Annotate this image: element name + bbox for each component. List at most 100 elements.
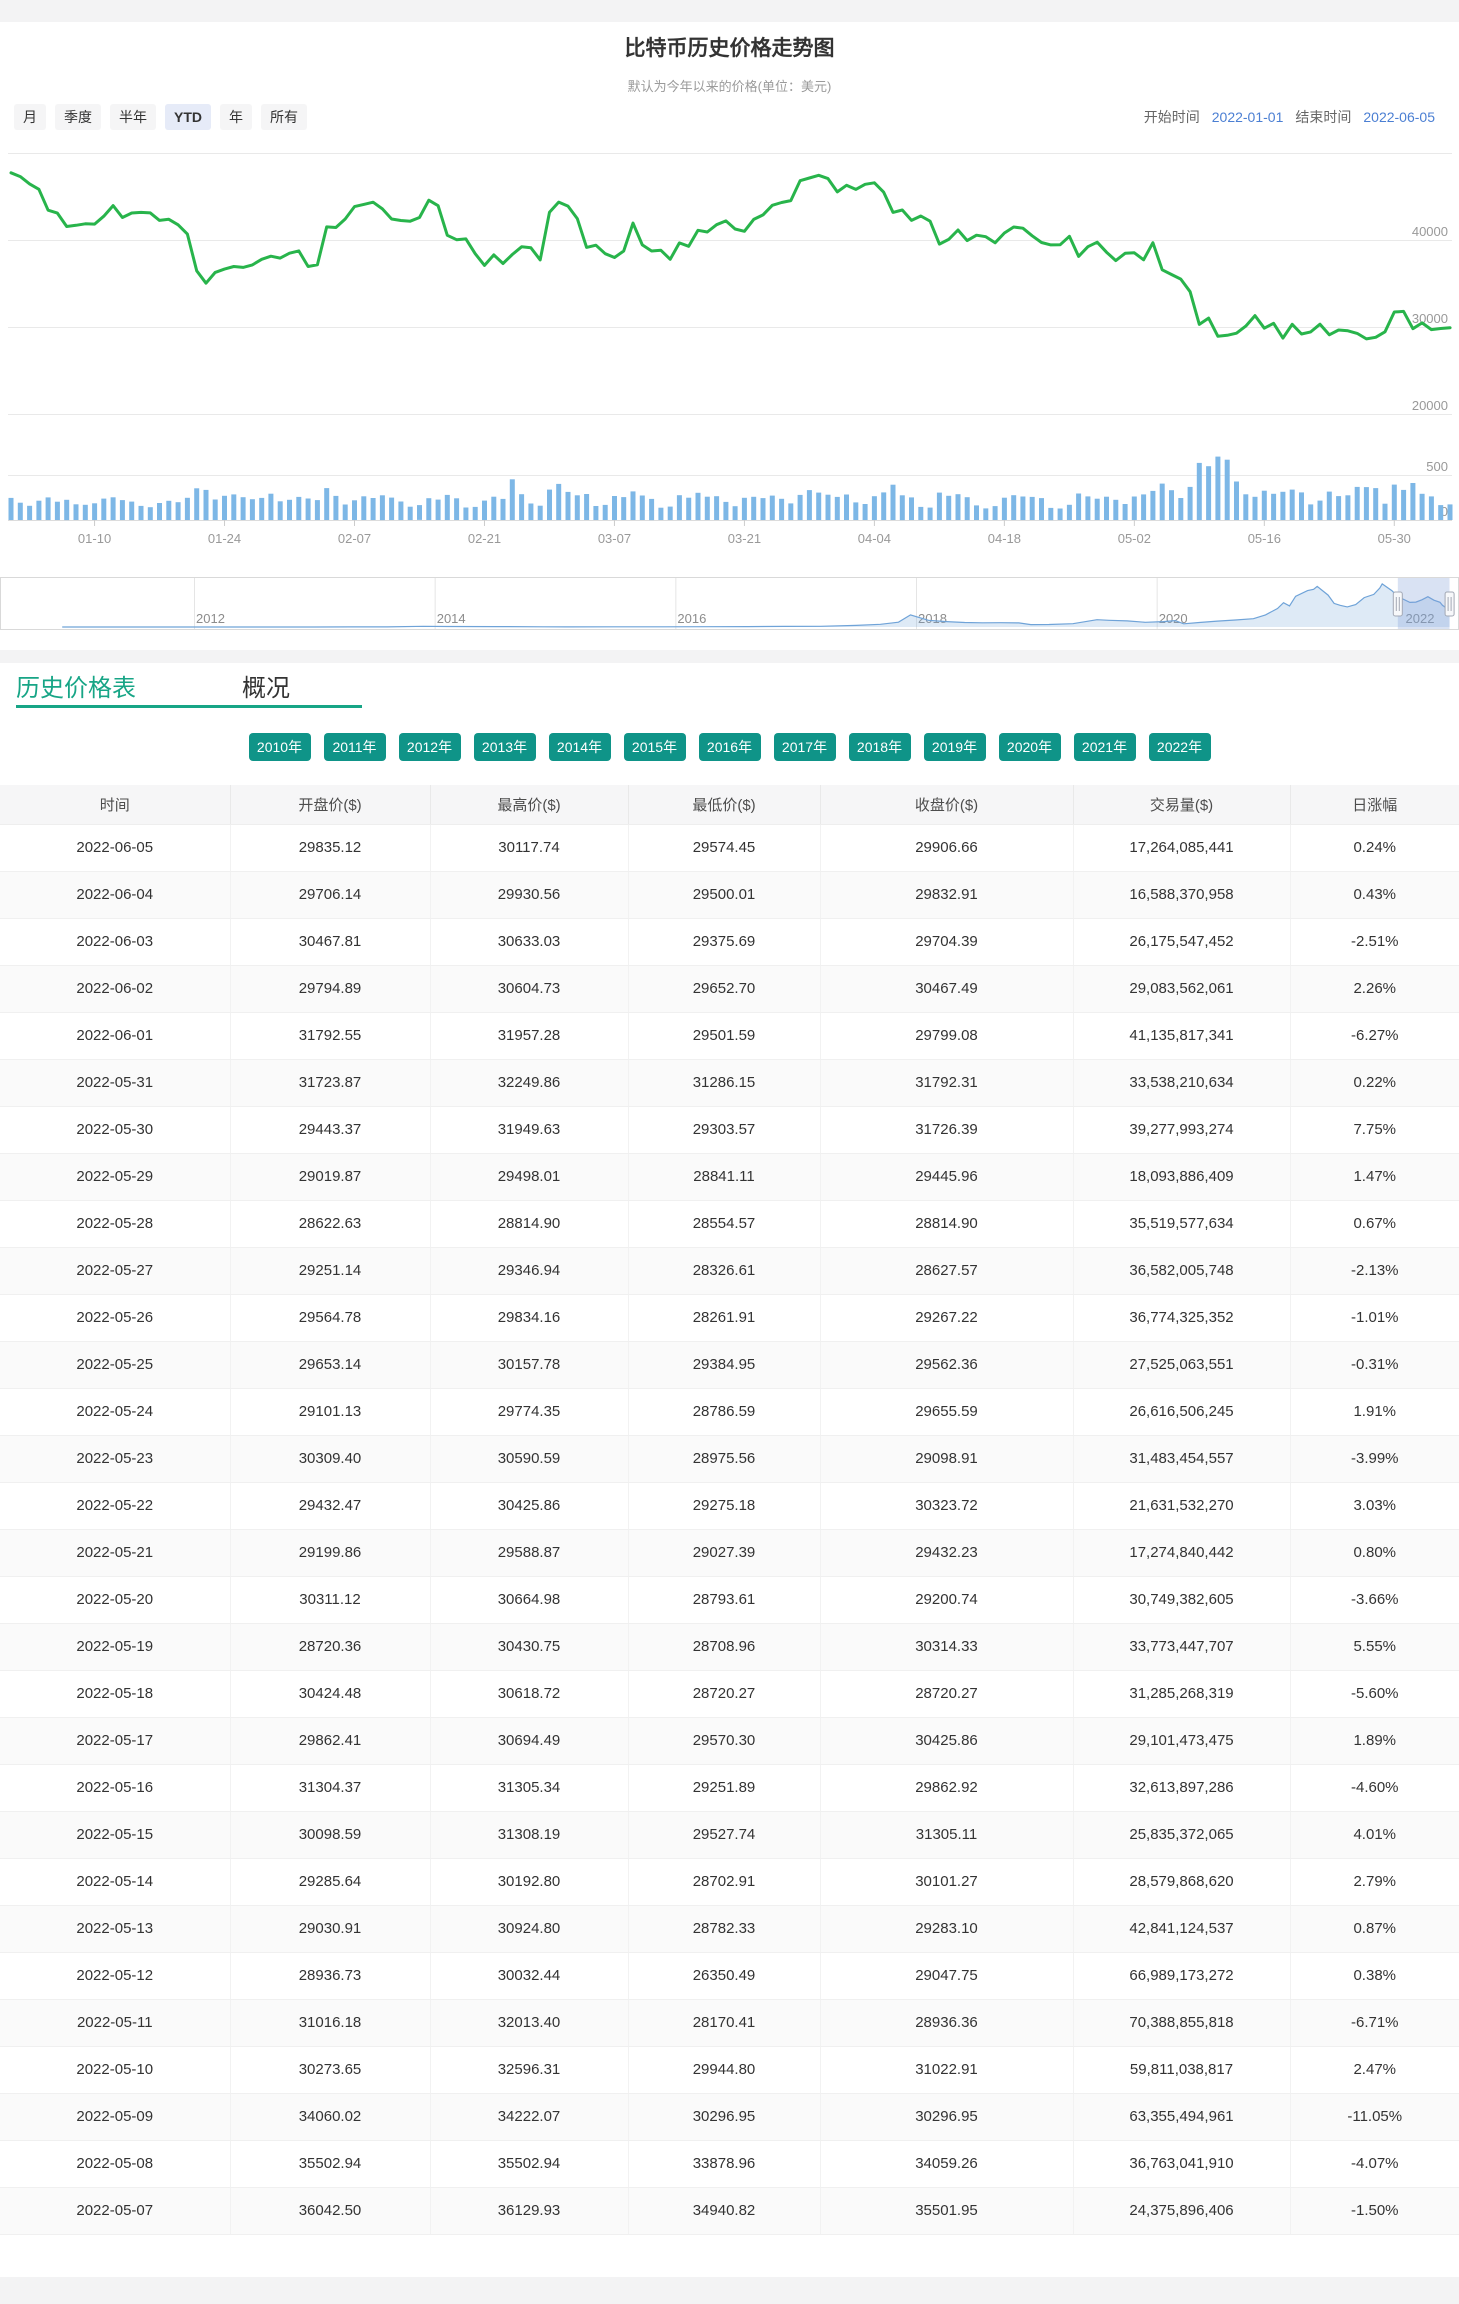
tab-history-price[interactable]: 历史价格表 bbox=[16, 668, 136, 703]
period-tab-3[interactable]: 半年 bbox=[110, 104, 156, 130]
volume-bar bbox=[770, 496, 775, 520]
table-cell: 2022-05-20 bbox=[0, 1576, 230, 1623]
table-cell: 2022-05-19 bbox=[0, 1623, 230, 1670]
table-cell: 30604.73 bbox=[430, 965, 628, 1012]
year-button-2016[interactable]: 2016年 bbox=[699, 733, 761, 761]
volume-bar bbox=[1002, 498, 1007, 520]
volume-bar bbox=[826, 495, 831, 520]
volume-bar bbox=[1410, 483, 1415, 520]
active-tab-underline bbox=[16, 705, 362, 708]
table-cell: 28793.61 bbox=[628, 1576, 820, 1623]
volume-bar bbox=[714, 496, 719, 520]
table-cell: 29443.37 bbox=[230, 1106, 430, 1153]
year-button-2012[interactable]: 2012年 bbox=[399, 733, 461, 761]
table-cell: 29432.23 bbox=[820, 1529, 1073, 1576]
volume-bar bbox=[129, 502, 134, 520]
table-cell: -1.50% bbox=[1290, 2187, 1459, 2234]
top-bar bbox=[0, 0, 1459, 22]
table-cell: 29930.56 bbox=[430, 871, 628, 918]
volume-bar bbox=[631, 491, 636, 520]
volume-bar bbox=[1253, 497, 1258, 520]
table-cell: 28326.61 bbox=[628, 1247, 820, 1294]
year-button-2022[interactable]: 2022年 bbox=[1149, 733, 1211, 761]
volume-bar bbox=[194, 488, 199, 520]
table-cell: 29027.39 bbox=[628, 1529, 820, 1576]
table-cell: 29500.01 bbox=[628, 871, 820, 918]
table-cell: 29432.47 bbox=[230, 1482, 430, 1529]
year-button-2019[interactable]: 2019年 bbox=[924, 733, 986, 761]
volume-bar bbox=[881, 492, 886, 520]
year-button-2014[interactable]: 2014年 bbox=[549, 733, 611, 761]
table-cell: 2022-05-26 bbox=[0, 1294, 230, 1341]
table-header-row: 时间开盘价($)最高价($)最低价($)收盘价($)交易量($)日涨幅 bbox=[0, 785, 1459, 824]
volume-bar bbox=[241, 497, 246, 520]
end-date-value[interactable]: 2022-06-05 bbox=[1363, 109, 1435, 125]
start-date-value[interactable]: 2022-01-01 bbox=[1212, 109, 1284, 125]
volume-bar bbox=[1243, 494, 1248, 520]
tab-overview[interactable]: 概况 bbox=[242, 668, 290, 703]
table-cell: 30924.80 bbox=[430, 1905, 628, 1952]
table-cell: 0.43% bbox=[1290, 871, 1459, 918]
volume-bar bbox=[547, 490, 552, 520]
volume-bar bbox=[185, 498, 190, 520]
table-cell: 30273.65 bbox=[230, 2046, 430, 2093]
table-cell: 2022-05-29 bbox=[0, 1153, 230, 1200]
period-tab-4[interactable]: YTD bbox=[165, 104, 211, 130]
volume-bar bbox=[46, 497, 51, 520]
table-row: 2022-05-2429101.1329774.3528786.5929655.… bbox=[0, 1388, 1459, 1435]
table-cell: 28720.27 bbox=[628, 1670, 820, 1717]
table-cell: 29706.14 bbox=[230, 871, 430, 918]
volume-bar bbox=[742, 498, 747, 520]
year-button-2017[interactable]: 2017年 bbox=[774, 733, 836, 761]
table-cell: 2022-05-24 bbox=[0, 1388, 230, 1435]
volume-bar bbox=[454, 498, 459, 520]
table-cell: 29498.01 bbox=[430, 1153, 628, 1200]
period-tab-6[interactable]: 所有 bbox=[261, 104, 307, 130]
volume-bar bbox=[101, 499, 106, 520]
table-cell: 30311.12 bbox=[230, 1576, 430, 1623]
table-cell: 29564.78 bbox=[230, 1294, 430, 1341]
period-tab-5[interactable]: 年 bbox=[220, 104, 252, 130]
table-row: 2022-05-2330309.4030590.5928975.5629098.… bbox=[0, 1435, 1459, 1482]
table-row: 2022-05-1530098.5931308.1929527.7431305.… bbox=[0, 1811, 1459, 1858]
navigator-handle-right[interactable] bbox=[1445, 592, 1454, 616]
navigator-selection[interactable] bbox=[1398, 578, 1450, 629]
table-cell: 29562.36 bbox=[820, 1341, 1073, 1388]
table-cell: 30098.59 bbox=[230, 1811, 430, 1858]
table-cell: 33,538,210,634 bbox=[1073, 1059, 1290, 1106]
column-header-6: 交易量($) bbox=[1073, 785, 1290, 824]
year-button-2013[interactable]: 2013年 bbox=[474, 733, 536, 761]
table-cell: 35,519,577,634 bbox=[1073, 1200, 1290, 1247]
table-cell: 31726.39 bbox=[820, 1106, 1073, 1153]
volume-bar bbox=[213, 500, 218, 521]
table-cell: -5.60% bbox=[1290, 1670, 1459, 1717]
volume-bar bbox=[1197, 463, 1202, 520]
volume-bar bbox=[1327, 492, 1332, 520]
year-button-2020[interactable]: 2020年 bbox=[999, 733, 1061, 761]
table-cell: 28814.90 bbox=[430, 1200, 628, 1247]
period-tab-2[interactable]: 季度 bbox=[55, 104, 101, 130]
volume-bar bbox=[723, 502, 728, 520]
year-button-2010[interactable]: 2010年 bbox=[249, 733, 311, 761]
period-tab-group: 月季度半年 YTD 年所有 bbox=[14, 104, 307, 130]
history-price-table: 时间开盘价($)最高价($)最低价($)收盘价($)交易量($)日涨幅 2022… bbox=[0, 785, 1459, 2235]
column-header-2: 开盘价($) bbox=[230, 785, 430, 824]
year-button-2011[interactable]: 2011年 bbox=[324, 733, 386, 761]
timeline-navigator[interactable]: 201220142016201820202022 bbox=[0, 577, 1459, 631]
volume-bar bbox=[55, 502, 60, 520]
volume-bar bbox=[788, 503, 793, 520]
table-cell: 26,616,506,245 bbox=[1073, 1388, 1290, 1435]
period-tab-1[interactable]: 月 bbox=[14, 104, 46, 130]
table-row: 2022-05-1729862.4130694.4929570.3030425.… bbox=[0, 1717, 1459, 1764]
navigator-handle-left[interactable] bbox=[1393, 592, 1402, 616]
year-button-2021[interactable]: 2021年 bbox=[1074, 733, 1136, 761]
table-cell: 28702.91 bbox=[628, 1858, 820, 1905]
table-row: 2022-06-0229794.8930604.7329652.7030467.… bbox=[0, 965, 1459, 1012]
year-button-2018[interactable]: 2018年 bbox=[849, 733, 911, 761]
year-button-2015[interactable]: 2015年 bbox=[624, 733, 686, 761]
table-cell: 36,582,005,748 bbox=[1073, 1247, 1290, 1294]
table-cell: 2022-06-04 bbox=[0, 871, 230, 918]
volume-bar bbox=[1141, 494, 1146, 520]
volume-bar bbox=[1188, 487, 1193, 520]
table-cell: 29906.66 bbox=[820, 824, 1073, 871]
